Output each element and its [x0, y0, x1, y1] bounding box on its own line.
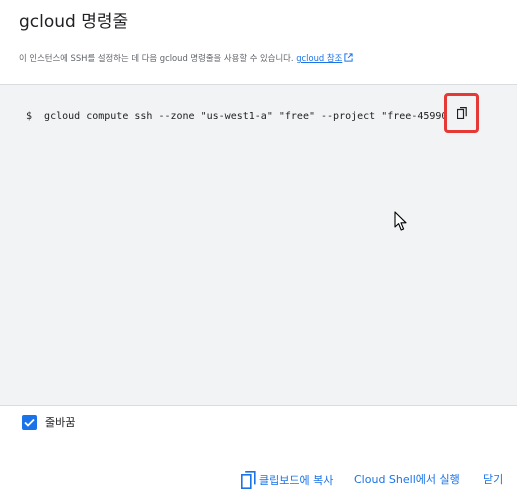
run-in-cloud-shell-button[interactable]: Cloud Shell에서 실행	[354, 471, 460, 487]
run-in-cloud-shell-label: Cloud Shell에서 실행	[354, 473, 460, 486]
wrap-option: 줄바꿈	[22, 414, 75, 430]
wrap-label: 줄바꿈	[45, 416, 76, 429]
gcloud-reference-link-label: gcloud 참조	[296, 53, 343, 63]
close-button[interactable]: 닫기	[483, 471, 503, 487]
dialog-description: 이 인스턴스에 SSH를 설정하는 데 다음 gcloud 명령줄을 사용할 수…	[19, 52, 353, 64]
command-text: $ gcloud compute ssh --zone "us-west1-a"…	[26, 111, 444, 122]
check-icon	[24, 418, 35, 427]
mouse-cursor-icon	[394, 211, 407, 231]
command-code-area: $ gcloud compute ssh --zone "us-west1-a"…	[0, 84, 517, 406]
dialog-title: gcloud 명령줄	[19, 12, 129, 32]
wrap-checkbox[interactable]	[22, 414, 37, 430]
copy-icon	[241, 471, 256, 489]
gcloud-reference-link[interactable]: gcloud 참조	[296, 53, 353, 63]
close-label: 닫기	[483, 473, 504, 486]
external-link-icon	[344, 53, 353, 62]
copy-command-button[interactable]	[444, 93, 479, 133]
description-text: 이 인스턴스에 SSH를 설정하는 데 다음 gcloud 명령줄을 사용할 수…	[19, 53, 294, 63]
copy-to-clipboard-button[interactable]: 클립보드에 복사	[241, 471, 333, 489]
copy-icon	[456, 107, 467, 119]
copy-to-clipboard-label: 클립보드에 복사	[259, 474, 334, 487]
